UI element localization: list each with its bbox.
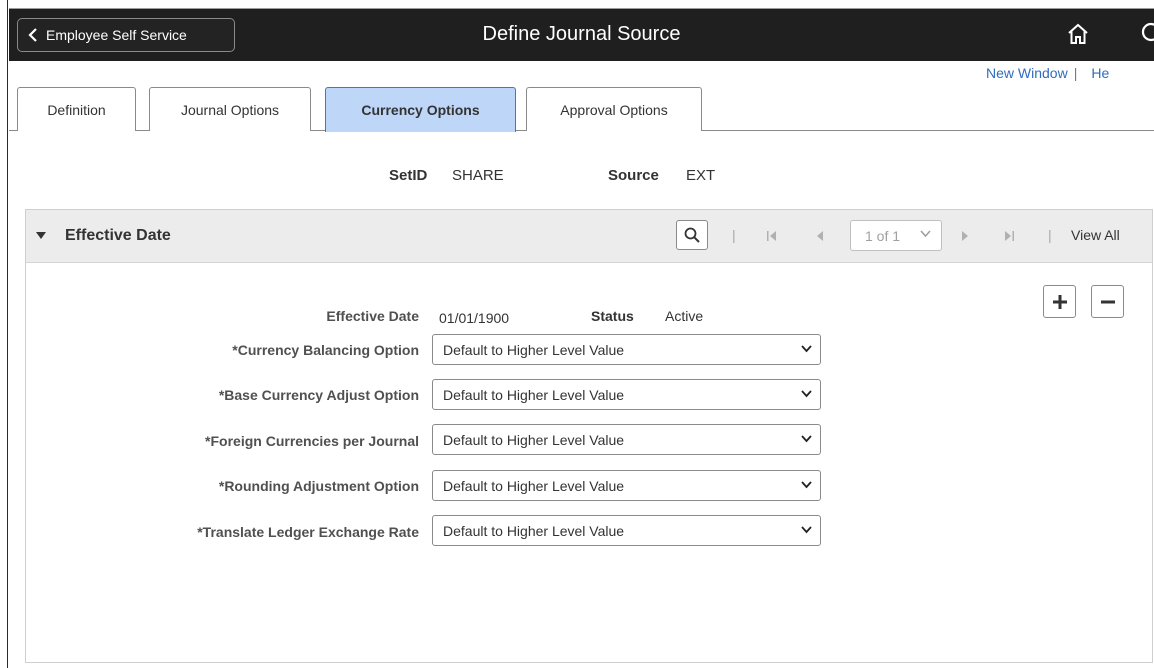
utility-links: New Window | He [986,65,1109,81]
rounding-adjustment-value: Default to Higher Level Value [443,477,625,494]
status-label: Status [591,308,634,324]
chevron-down-icon [801,435,812,443]
currency-balancing-label: *Currency Balancing Option [232,342,419,358]
nav-separator: | [732,227,736,243]
source-label: Source [608,167,659,184]
first-page-icon[interactable] [766,230,778,242]
nav-separator: | [1048,227,1052,243]
base-currency-adjust-label: *Base Currency Adjust Option [218,387,419,403]
page-select[interactable]: 1 of 1 [850,220,942,251]
rounding-adjustment-select[interactable]: Default to Higher Level Value [432,470,821,501]
currency-balancing-value: Default to Higher Level Value [443,341,625,358]
tab-approval-options-label: Approval Options [560,101,668,118]
translate-ledger-label: *Translate Ledger Exchange Rate [197,524,419,540]
next-icon[interactable] [960,230,970,242]
translate-ledger-value: Default to Higher Level Value [443,522,625,539]
search-icon [684,227,700,243]
find-button[interactable] [676,220,708,250]
status-value: Active [665,308,704,324]
help-link[interactable]: He [1091,65,1109,81]
tab-approval-options[interactable]: Approval Options [526,87,702,131]
previous-icon[interactable] [815,230,825,242]
foreign-currencies-select[interactable]: Default to Higher Level Value [432,424,821,455]
add-row-button[interactable] [1043,285,1076,318]
base-currency-adjust-value: Default to Higher Level Value [443,386,625,403]
base-currency-adjust-select[interactable]: Default to Higher Level Value [432,379,821,410]
delete-row-icon [1100,300,1115,303]
search-icon[interactable] [1139,22,1154,46]
chevron-down-icon [920,230,931,238]
new-window-link[interactable]: New Window [986,65,1068,81]
link-separator: | [1073,65,1078,81]
chevron-down-icon [801,481,812,489]
source-value: EXT [686,167,716,184]
setid-value: SHARE [452,167,504,184]
currency-balancing-select[interactable]: Default to Higher Level Value [432,334,821,365]
rounding-adjustment-label: *Rounding Adjustment Option [218,478,419,494]
effective-date-label: Effective Date [326,308,419,324]
home-icon[interactable] [1067,23,1089,45]
add-row-icon [1052,294,1067,309]
chevron-down-icon [801,390,812,398]
foreign-currencies-value: Default to Higher Level Value [443,431,625,448]
effective-date-value: 01/01/1900 [439,310,510,326]
field-labels: Effective Date *Currency Balancing Optio… [1,1,419,540]
chevron-down-icon [801,526,812,534]
page-select-value: 1 of 1 [865,227,901,244]
view-all-link[interactable]: View All [1071,227,1120,243]
foreign-currencies-label: *Foreign Currencies per Journal [205,433,419,449]
chevron-down-icon [801,345,812,353]
last-page-icon[interactable] [1003,230,1015,242]
translate-ledger-select[interactable]: Default to Higher Level Value [432,515,821,546]
delete-row-button[interactable] [1091,285,1124,318]
